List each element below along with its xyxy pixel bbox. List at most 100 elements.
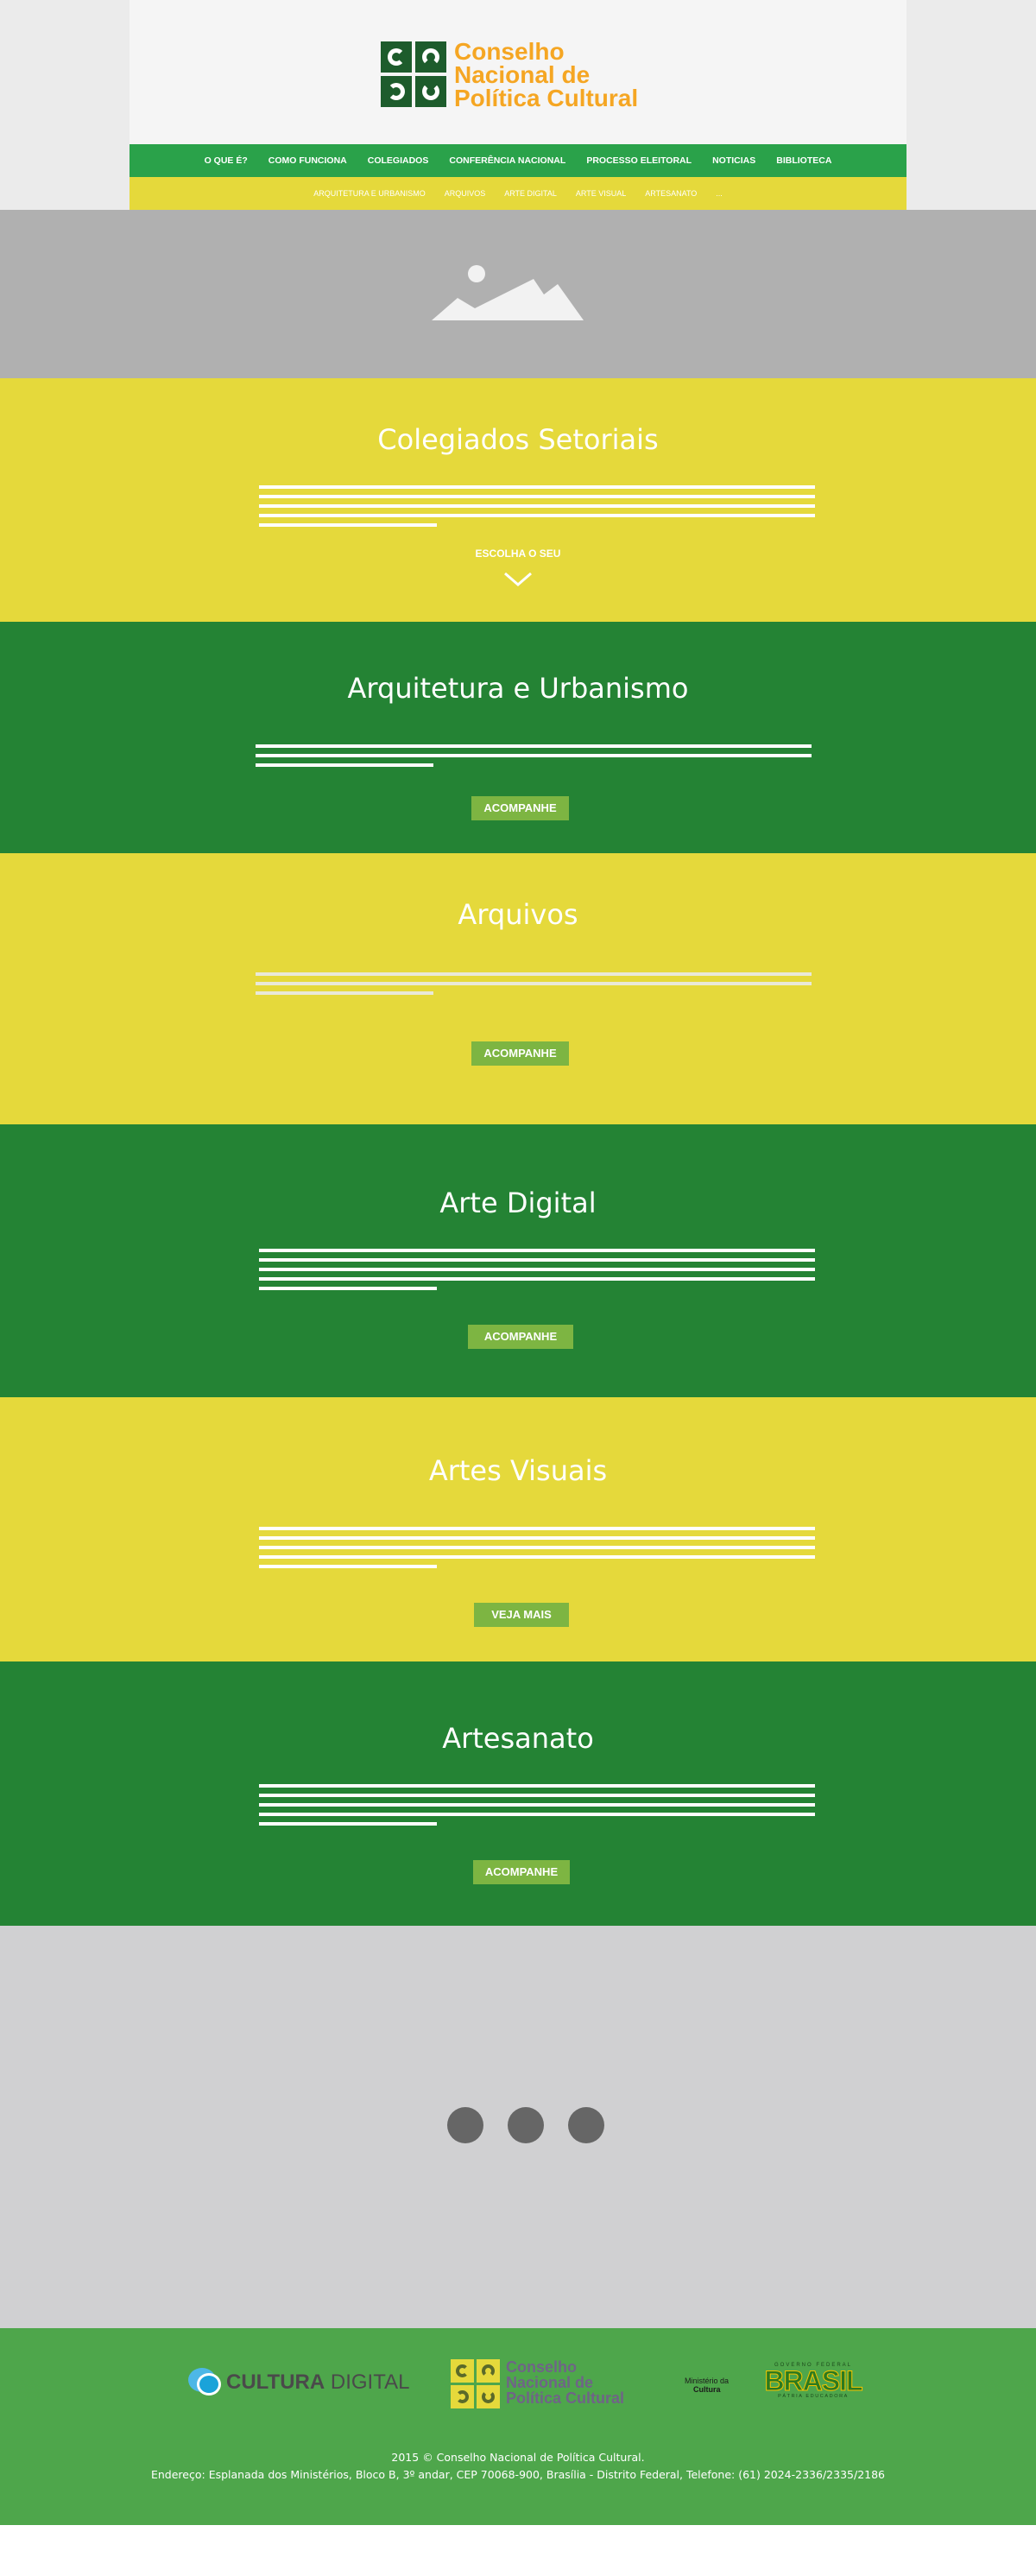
text-line bbox=[256, 972, 812, 976]
text-line bbox=[259, 1822, 437, 1826]
text-line bbox=[259, 1565, 437, 1568]
nav-item-noticias[interactable]: NOTICIAS bbox=[712, 155, 755, 166]
text-placeholder-lines bbox=[256, 744, 812, 773]
subnav-item-arte-digital[interactable]: ARTE DIGITAL bbox=[504, 189, 557, 198]
acompanhe-button[interactable]: ACOMPANHE bbox=[473, 1860, 570, 1884]
text-line bbox=[256, 991, 433, 995]
subnav-item-arte-visual[interactable]: ARTE VISUAL bbox=[576, 189, 626, 198]
veja-mais-button[interactable]: VEJA MAIS bbox=[474, 1603, 569, 1627]
section-artesanato: Artesanato ACOMPANHE bbox=[0, 1661, 1036, 1926]
text-line bbox=[259, 1527, 815, 1530]
nav-item-conferencia-nacional[interactable]: CONFERÊNCIA NACIONAL bbox=[449, 155, 565, 166]
subnav-item-artesanato[interactable]: ARTESANATO bbox=[645, 189, 697, 198]
logo-swirl-icon bbox=[415, 76, 446, 107]
logo-swirl-icon bbox=[451, 2359, 474, 2383]
section-title: Artesanato bbox=[442, 1722, 594, 1755]
ministerio-line: Ministério da bbox=[685, 2377, 730, 2385]
text-placeholder-lines bbox=[259, 485, 815, 533]
cultura-digital-logo[interactable]: CULTURA DIGITAL bbox=[188, 2368, 409, 2397]
text-line bbox=[256, 754, 812, 757]
nav-item-o-que-e[interactable]: O QUE É? bbox=[205, 155, 248, 166]
page-bottom-strip bbox=[0, 2525, 1036, 2576]
cultura-digital-rest: DIGITAL bbox=[325, 2370, 410, 2394]
carousel-dot[interactable] bbox=[568, 2107, 604, 2143]
secondary-nav: ARQUITETURA E URBANISMO ARQUIVOS ARTE DI… bbox=[130, 177, 906, 210]
hero-image-placeholder bbox=[0, 210, 1036, 378]
subnav-item-arquivos[interactable]: ARQUIVOS bbox=[445, 189, 486, 198]
site-logo[interactable]: Conselho Nacional de Política Cultural bbox=[381, 38, 639, 111]
text-line bbox=[259, 1249, 815, 1252]
cnpc-line: Conselho bbox=[506, 2358, 578, 2376]
text-line bbox=[259, 1268, 815, 1271]
text-line bbox=[259, 1277, 815, 1281]
chevron-down-icon[interactable] bbox=[503, 572, 533, 587]
nav-item-como-funciona[interactable]: COMO FUNCIONA bbox=[268, 155, 347, 166]
section-artes-visuais: Artes Visuais VEJA MAIS bbox=[0, 1397, 1036, 1661]
section-title: Arte Digital bbox=[439, 1187, 597, 1219]
brasil-wordmark: BRASIL bbox=[764, 2365, 863, 2396]
cnpc-logo-mark bbox=[451, 2359, 500, 2408]
text-line bbox=[259, 1784, 815, 1788]
logo-line: Política Cultural bbox=[454, 85, 639, 111]
cnpc-line: Política Cultural bbox=[506, 2389, 625, 2407]
text-line bbox=[256, 744, 812, 748]
logo-swirl-icon bbox=[381, 76, 412, 107]
text-line bbox=[259, 1536, 815, 1540]
text-line bbox=[259, 1555, 815, 1559]
nav-item-colegiados[interactable]: COLEGIADOS bbox=[368, 155, 429, 166]
site-footer: CULTURA DIGITAL Conselho Nacional de Pol… bbox=[0, 2328, 1036, 2525]
section-title: Arquitetura e Urbanismo bbox=[347, 672, 689, 705]
logo-swirl-icon bbox=[451, 2385, 474, 2408]
logo-swirl-icon bbox=[477, 2359, 500, 2383]
logo-swirl-icon bbox=[381, 41, 412, 73]
primary-nav: O QUE É? COMO FUNCIONA COLEGIADOS CONFER… bbox=[130, 144, 906, 177]
intro-section: Colegiados Setoriais ESCOLHA O SEU bbox=[0, 378, 1036, 622]
text-line bbox=[259, 504, 815, 508]
governo-federal-logo[interactable]: GOVERNO FEDERAL BRASIL PÁTRIA EDUCADORA bbox=[755, 2363, 872, 2402]
text-placeholder-lines bbox=[256, 972, 812, 1001]
nav-item-biblioteca[interactable]: BIBLIOTECA bbox=[776, 155, 831, 166]
text-line bbox=[256, 982, 812, 985]
acompanhe-button[interactable]: ACOMPANHE bbox=[471, 1041, 569, 1066]
image-placeholder-icon bbox=[432, 265, 584, 320]
text-line bbox=[259, 1794, 815, 1797]
gallery-area bbox=[0, 1926, 1036, 2328]
escolha-cta[interactable]: ESCOLHA O SEU bbox=[0, 547, 1036, 560]
speech-bubble-icon bbox=[188, 2368, 221, 2397]
nav-item-processo-eleitoral[interactable]: PROCESSO ELEITORAL bbox=[586, 155, 692, 166]
cnpc-footer-logo[interactable]: Conselho Nacional de Política Cultural bbox=[451, 2359, 624, 2408]
cultura-digital-bold: CULTURA bbox=[226, 2370, 325, 2394]
address-text: Endereço: Esplanada dos Ministérios, Blo… bbox=[150, 2468, 886, 2481]
text-placeholder-lines bbox=[259, 1249, 815, 1296]
page: Conselho Nacional de Política Cultural O… bbox=[0, 0, 1036, 2576]
acompanhe-button[interactable]: ACOMPANHE bbox=[471, 796, 569, 820]
ministerio-line: Cultura bbox=[693, 2385, 721, 2394]
text-line bbox=[259, 1803, 815, 1807]
logo-swirl-icon bbox=[415, 41, 446, 73]
carousel-dot[interactable] bbox=[508, 2107, 544, 2143]
carousel-dot[interactable] bbox=[447, 2107, 483, 2143]
text-line bbox=[259, 1813, 815, 1816]
logo-line: Nacional de bbox=[454, 61, 591, 88]
acompanhe-button[interactable]: ACOMPANHE bbox=[468, 1325, 573, 1349]
text-line bbox=[259, 514, 815, 517]
section-title: Artes Visuais bbox=[428, 1454, 608, 1487]
section-arquivos: Arquivos ACOMPANHE bbox=[0, 853, 1036, 1124]
site-header: Conselho Nacional de Política Cultural O… bbox=[130, 0, 906, 210]
cultura-digital-text: CULTURA DIGITAL bbox=[226, 2370, 409, 2395]
text-placeholder-lines bbox=[259, 1527, 815, 1574]
text-line bbox=[259, 1546, 815, 1549]
subnav-item-arquitetura[interactable]: ARQUITETURA E URBANISMO bbox=[313, 189, 426, 198]
ministerio-cultura-logo[interactable]: Ministério da Cultura bbox=[685, 2377, 729, 2394]
section-title: Arquivos bbox=[458, 898, 578, 931]
logo-swirl-icon bbox=[477, 2385, 500, 2408]
section-arte-digital: Arte Digital ACOMPANHE bbox=[0, 1124, 1036, 1397]
text-line bbox=[259, 523, 437, 527]
text-line bbox=[259, 485, 815, 489]
logo-text: Conselho Nacional de Política Cultural bbox=[454, 38, 639, 111]
cnpc-footer-text: Conselho Nacional de Política Cultural bbox=[506, 2359, 624, 2408]
subnav-item-more[interactable]: ... bbox=[716, 189, 723, 198]
intro-title: Colegiados Setoriais bbox=[377, 423, 659, 456]
section-arquitetura: Arquitetura e Urbanismo ACOMPANHE bbox=[0, 622, 1036, 853]
logo-line: Conselho bbox=[454, 38, 565, 65]
